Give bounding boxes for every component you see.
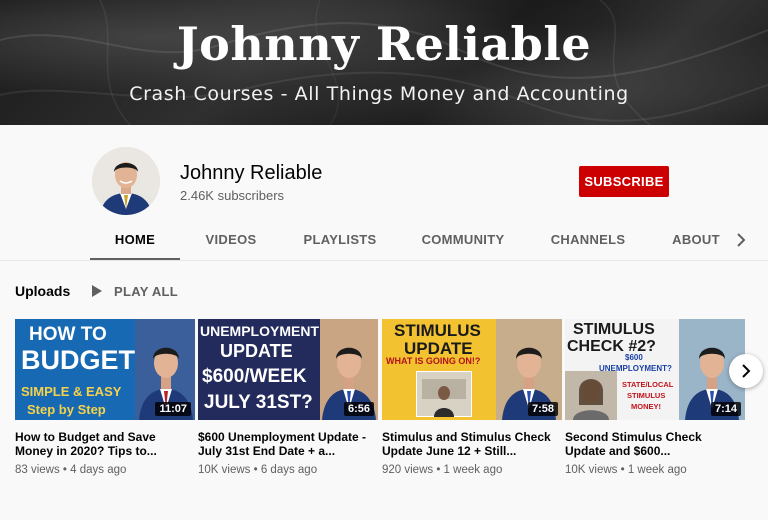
thumbnail-caption: STATE/LOCAL — [622, 380, 674, 389]
video-title[interactable]: $600 Unemployment Update - July 31st End… — [198, 430, 374, 458]
thumbnail-caption: SIMPLE & EASY — [21, 384, 122, 399]
thumbnail-caption: $600 — [625, 353, 643, 362]
video-thumbnail[interactable]: STIMULUS UPDATE WHAT IS GOING ON!? 7:58 — [382, 319, 562, 420]
video-card[interactable]: HOW TO BUDGET SIMPLE & EASY Step by Step… — [15, 319, 195, 476]
video-meta: 920 views • 1 week ago — [382, 464, 503, 476]
duration-badge: 7:58 — [527, 402, 558, 416]
banner-title: Johnny Reliable — [176, 17, 592, 71]
duration-badge: 7:14 — [710, 402, 741, 416]
video-title[interactable]: Stimulus and Stimulus Check Update June … — [382, 430, 558, 458]
video-thumbnail[interactable]: STIMULUS CHECK #2? $600 UNEMPLOYMENT? ST… — [565, 319, 745, 420]
chevron-right-icon[interactable] — [733, 231, 749, 249]
video-meta: 10K views • 6 days ago — [198, 464, 318, 476]
thumbnail-caption: UPDATE — [404, 339, 473, 358]
thumbnail-caption: STIMULUS — [573, 321, 655, 338]
banner-subtitle: Crash Courses - All Things Money and Acc… — [129, 83, 629, 105]
video-card[interactable]: STIMULUS UPDATE WHAT IS GOING ON!? 7:58 … — [382, 319, 562, 476]
tab-about[interactable]: ABOUT — [668, 225, 724, 260]
channel-avatar[interactable] — [92, 147, 160, 215]
video-thumbnail[interactable]: UNEMPLOYMENT UPDATE $600/WEEK JULY 31ST?… — [198, 319, 378, 420]
thumbnail-caption: Step by Step — [27, 402, 106, 417]
play-icon — [92, 285, 102, 297]
video-card[interactable]: STIMULUS CHECK #2? $600 UNEMPLOYMENT? ST… — [565, 319, 745, 476]
section-title[interactable]: Uploads — [15, 283, 70, 299]
thumbnail-caption: WHAT IS GOING ON!? — [386, 356, 481, 366]
video-card[interactable]: UNEMPLOYMENT UPDATE $600/WEEK JULY 31ST?… — [198, 319, 378, 476]
channel-banner: Johnny Reliable Crash Courses - All Thin… — [0, 0, 768, 125]
video-meta: 10K views • 1 week ago — [565, 464, 687, 476]
inset-photo — [416, 371, 472, 417]
uploads-shelf: Uploads PLAY ALL HOW TO BUDGET SIMPLE & … — [0, 260, 768, 520]
tab-playlists[interactable]: PLAYLISTS — [295, 225, 385, 260]
video-title[interactable]: How to Budget and Save Money in 2020? Ti… — [15, 430, 191, 458]
subscriber-count: 2.46K subscribers — [180, 188, 285, 203]
thumbnail-caption: UPDATE — [220, 341, 293, 361]
thumbnail-caption: HOW TO — [29, 324, 107, 345]
duration-badge: 6:56 — [343, 402, 374, 416]
thumbnail-caption: JULY 31ST? — [204, 392, 313, 413]
tab-channels[interactable]: CHANNELS — [543, 225, 633, 260]
thumbnail-caption: UNEMPLOYMENT? — [599, 364, 672, 373]
video-title[interactable]: Second Stimulus Check Update and $600... — [565, 430, 741, 458]
channel-header: Johnny Reliable 2.46K subscribers SUBSCR… — [0, 125, 768, 260]
thumbnail-caption: MONEY! — [631, 402, 661, 411]
play-all-button[interactable]: PLAY ALL — [91, 282, 178, 300]
thumbnail-caption: $600/WEEK — [202, 366, 307, 387]
channel-name[interactable]: Johnny Reliable — [180, 162, 322, 185]
video-meta: 83 views • 4 days ago — [15, 464, 127, 476]
chevron-right-icon — [742, 364, 751, 378]
video-thumbnail[interactable]: HOW TO BUDGET SIMPLE & EASY Step by Step… — [15, 319, 195, 420]
thumbnail-caption: UNEMPLOYMENT — [200, 323, 319, 339]
play-all-label: PLAY ALL — [114, 283, 179, 299]
shelf-next-button[interactable] — [729, 354, 763, 388]
thumbnail-caption: STIMULUS — [394, 321, 481, 340]
subscribe-button[interactable]: SUBSCRIBE — [579, 166, 669, 197]
tab-home[interactable]: HOME — [90, 225, 180, 260]
tab-videos[interactable]: VIDEOS — [188, 225, 274, 260]
person-avatar-icon — [92, 147, 160, 215]
duration-badge: 11:07 — [155, 402, 191, 416]
tab-community[interactable]: COMMUNITY — [413, 225, 513, 260]
thumbnail-caption: STIMULUS — [627, 391, 666, 400]
inset-photo — [565, 371, 617, 420]
thumbnail-caption: BUDGET — [21, 345, 135, 375]
